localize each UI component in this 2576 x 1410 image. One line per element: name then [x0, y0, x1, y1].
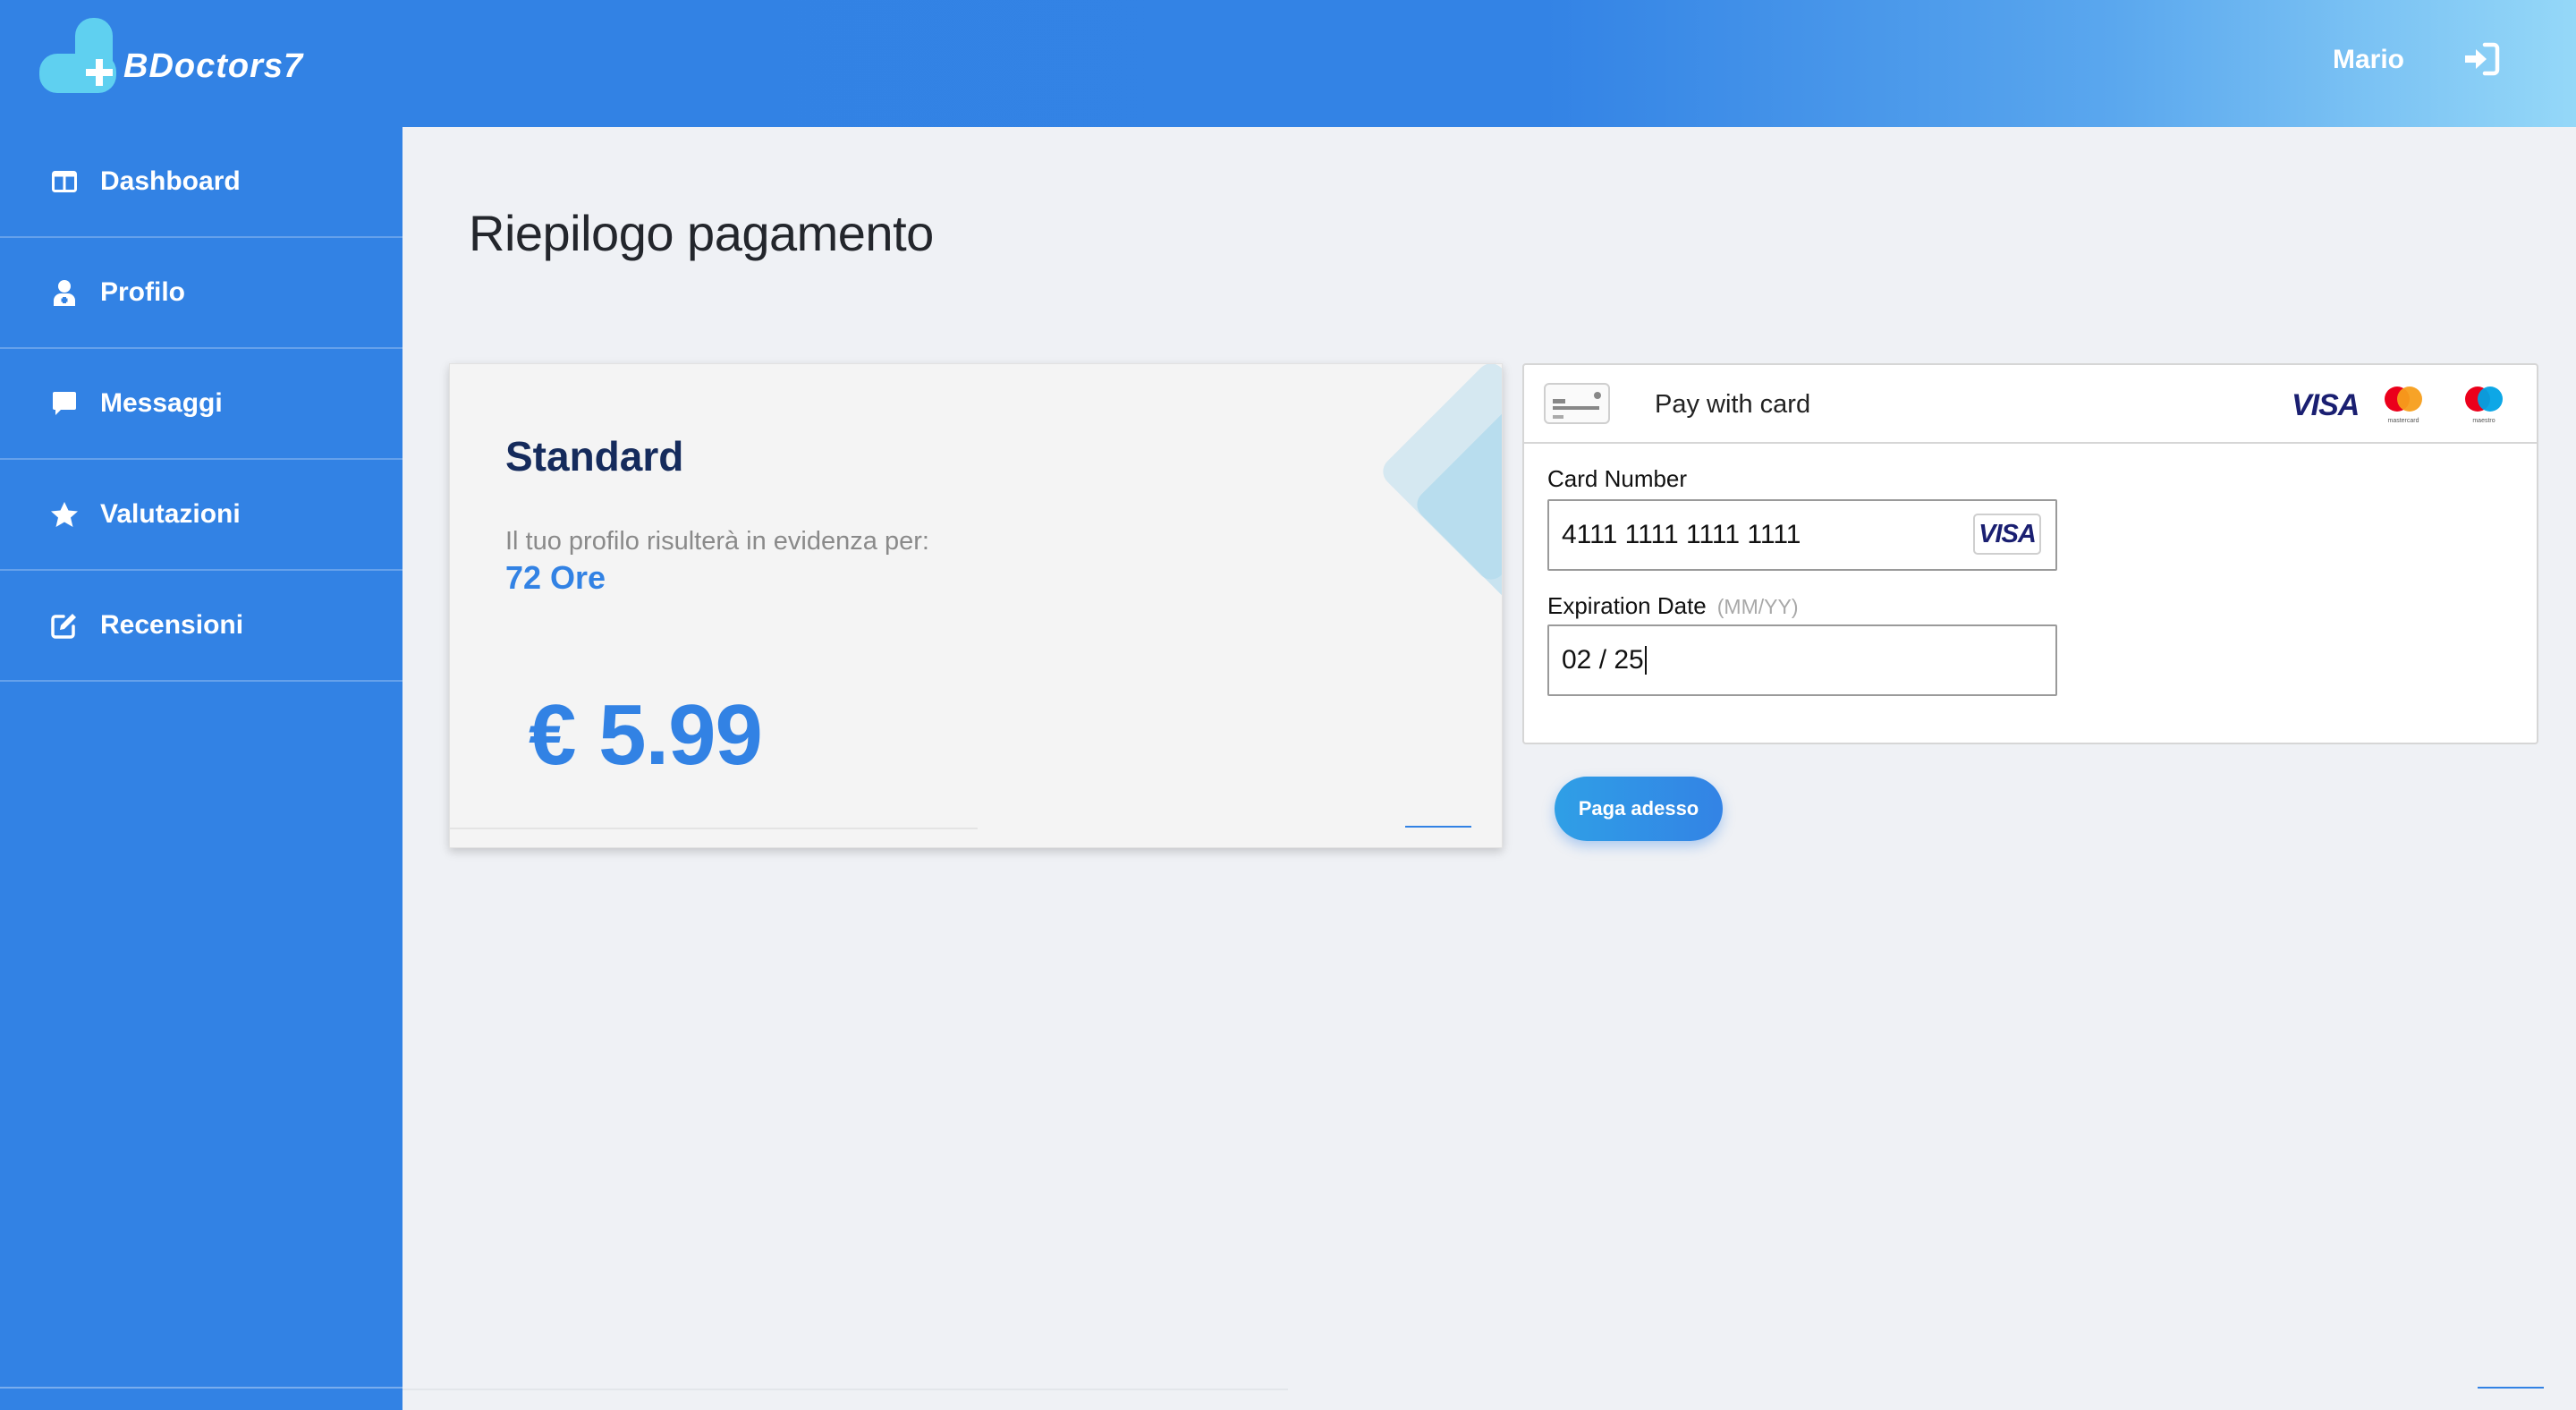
divider — [450, 828, 978, 829]
medical-cross-logo-icon — [39, 18, 116, 95]
sidebar-item-messaggi[interactable]: Messaggi — [0, 349, 402, 460]
maestro-label: maestro — [2472, 418, 2495, 424]
card-number-input[interactable]: 4111 1111 1111 1111 VISA — [1547, 499, 2057, 571]
text-cursor — [1644, 646, 1647, 675]
payment-title: Pay with card — [1655, 390, 1811, 419]
mastercard-logo-icon: mastercard — [2379, 383, 2428, 426]
sidebar-item-dashboard[interactable]: Dashboard — [0, 127, 402, 238]
plan-price: € 5.99 — [529, 687, 763, 783]
message-icon — [50, 389, 79, 418]
sidebar-item-recensioni[interactable]: Recensioni — [0, 571, 402, 682]
divider-accent — [1405, 826, 1471, 828]
visa-logo-icon: VISA — [2292, 388, 2360, 422]
expiration-label-text: Expiration Date — [1547, 592, 1707, 619]
plan-summary-card: Standard Il tuo profilo risulterà in evi… — [449, 363, 1503, 848]
sidebar-item-label: Profilo — [100, 277, 185, 307]
user-name[interactable]: Mario — [2333, 45, 2404, 75]
visa-card-type-icon: VISA — [1973, 514, 2041, 555]
divider — [402, 1389, 1288, 1390]
logout-icon[interactable] — [2462, 41, 2501, 77]
sidebar: Dashboard Profilo Messaggi Valutazioni R… — [0, 127, 402, 1410]
mastercard-label: mastercard — [2387, 418, 2419, 424]
sidebar-item-label: Recensioni — [100, 610, 244, 640]
sidebar-item-valutazioni[interactable]: Valutazioni — [0, 460, 402, 571]
top-navbar: BDoctors7 Mario — [0, 0, 2576, 127]
edit-icon — [50, 611, 79, 640]
card-number-label: Card Number — [1547, 465, 1688, 492]
brand-name: BDoctors7 — [123, 47, 304, 85]
expiration-date-value: 02 / 25 — [1562, 645, 1644, 675]
sidebar-item-label: Dashboard — [100, 166, 241, 196]
expiration-date-label: Expiration Date (MM/YY) — [1547, 592, 1798, 620]
page-title: Riepilogo pagamento — [469, 205, 934, 261]
expiration-hint: (MM/YY) — [1716, 595, 1799, 618]
payment-header: Pay with card VISA mastercard maestro — [1524, 365, 2537, 444]
plan-name: Standard — [505, 433, 684, 480]
sidebar-item-label: Valutazioni — [100, 499, 241, 529]
divider — [0, 1387, 402, 1389]
maestro-logo-icon: maestro — [2460, 383, 2508, 426]
expiration-date-input[interactable]: 02 / 25 — [1547, 624, 2057, 696]
dashboard-icon — [50, 167, 79, 196]
user-doctor-icon — [50, 278, 79, 307]
sidebar-item-label: Messaggi — [100, 388, 223, 418]
plan-duration: 72 Ore — [505, 559, 606, 596]
sidebar-item-profilo[interactable]: Profilo — [0, 238, 402, 349]
card-number-value: 4111 1111 1111 1111 — [1562, 520, 1801, 549]
payment-form-card: Pay with card VISA mastercard maestro Ca… — [1522, 363, 2538, 744]
plan-description: Il tuo profilo risulterà in evidenza per… — [505, 527, 929, 556]
credit-card-icon — [1544, 383, 1610, 424]
brand-logo[interactable]: BDoctors7 — [39, 18, 303, 95]
star-icon — [50, 500, 79, 529]
pay-now-button[interactable]: Paga adesso — [1555, 777, 1723, 841]
divider-accent — [2478, 1387, 2544, 1389]
